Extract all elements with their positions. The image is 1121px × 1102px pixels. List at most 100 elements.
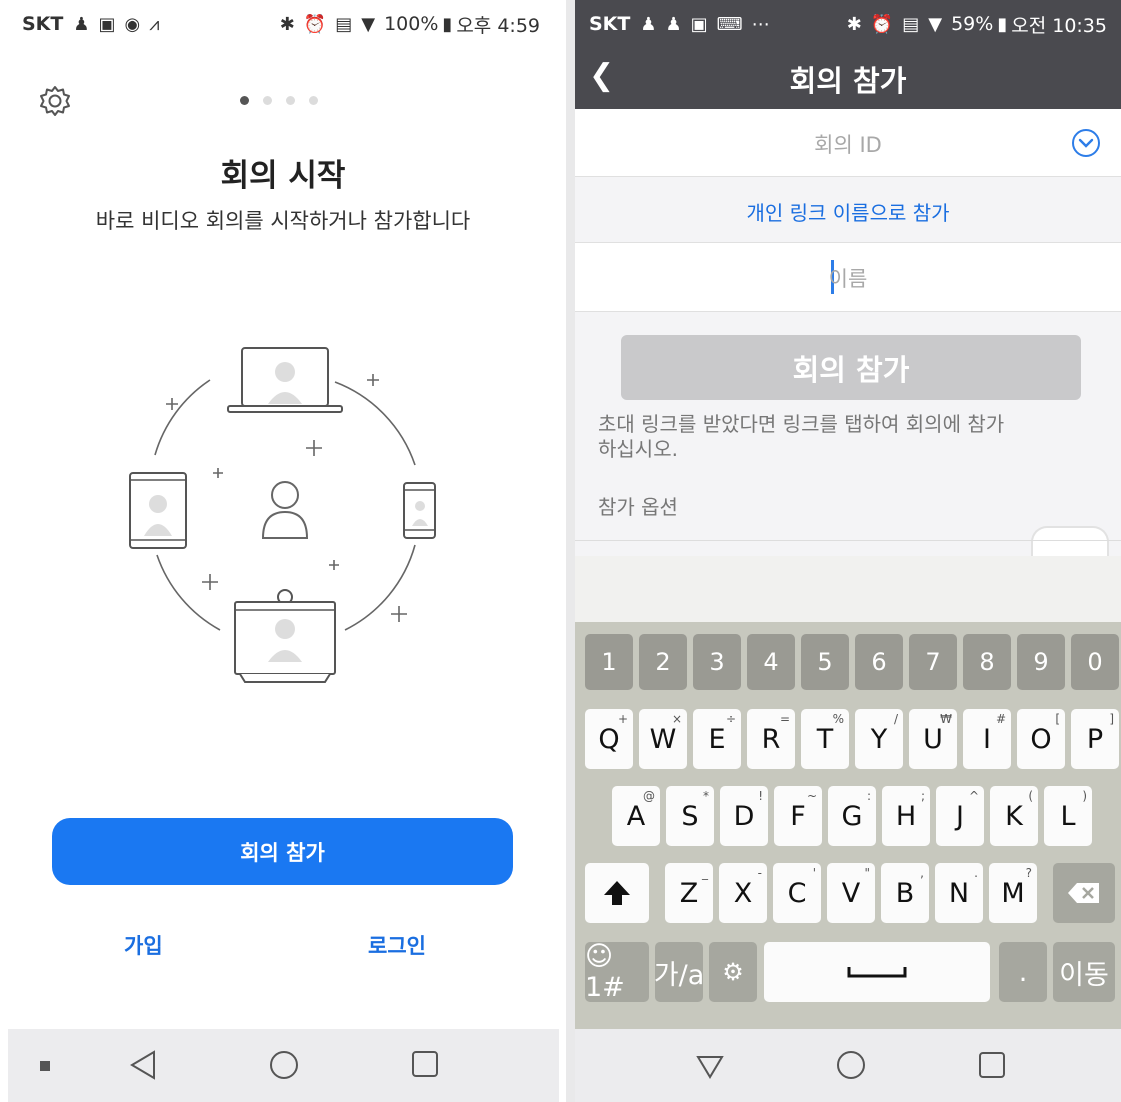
shift-key[interactable] [585,863,649,923]
join-meeting-button[interactable]: 회의 참가 [621,335,1081,400]
recents-square-icon[interactable] [977,1050,1007,1080]
key-j[interactable]: J ^ [936,786,984,846]
meeting-id-placeholder: 회의 ID [814,133,882,157]
key-5-label: 5 [817,648,833,676]
settings-gear-icon[interactable] [38,84,72,118]
sim-icon: ▣ [98,13,116,35]
carousel-dot[interactable] [240,96,249,105]
language-toggle-key[interactable]: 가/a [654,942,704,1002]
key-m[interactable]: M? [989,863,1037,923]
join-options-label: 참가 옵션 [598,495,678,519]
name-field[interactable]: 이름 [575,243,1121,312]
carousel-dot[interactable] [309,96,318,105]
key-t[interactable]: T% [801,709,849,769]
keyboard-suggestion-bar [575,556,1121,622]
symbols-key[interactable]: ☺1# [585,941,649,1003]
sim-icon: ▣ [690,13,708,35]
key-q[interactable]: Q + [585,709,633,769]
back-triangle-down-icon[interactable] [695,1051,725,1081]
key-u-label: U [923,723,943,755]
key-c[interactable]: C ' [773,863,821,923]
key-d-label: D [733,800,755,832]
key-u[interactable]: U ₩ [909,709,957,769]
symbols-key-label: ☺1# [585,941,625,1003]
key-h-alt-symbol: ; [920,789,925,803]
key-l[interactable]: L) [1044,786,1092,846]
key-f[interactable]: F ~ [774,786,822,846]
key-z[interactable]: Z _ [665,863,713,923]
battery-level: 59% [951,13,994,35]
home-circle-icon[interactable] [268,1049,300,1081]
key-c-alt-symbol: ' [812,866,816,880]
person-icon: ♟ [665,13,682,35]
key-n[interactable]: N. [935,863,983,923]
key-i[interactable]: I # [963,709,1011,769]
key-8[interactable]: 8 [963,634,1011,690]
key-y[interactable]: Y / [855,709,903,769]
recents-square-icon[interactable] [410,1049,440,1079]
key-w[interactable]: W × [639,709,687,769]
go-key[interactable]: 이동 [1053,942,1115,1002]
divider [575,540,1121,541]
key-v[interactable]: V " [827,863,875,923]
option-toggle[interactable] [1031,526,1109,556]
key-h-label: H [895,800,917,832]
keyboard-settings-key[interactable]: ⚙ [709,942,757,1002]
bluetooth-icon: ✱ [846,13,862,35]
personal-link-text[interactable]: 개인 링크 이름으로 참가 [575,197,1121,226]
chevron-down-icon[interactable] [1071,128,1101,158]
carousel-dot[interactable] [263,96,272,105]
key-f-alt-symbol: ~ [806,789,817,803]
key-x[interactable]: X- [719,863,767,923]
key-k[interactable]: K( [990,786,1038,846]
carrier-label: SKT [22,13,64,35]
invite-hint-text: 초대 링크를 받았다면 링크를 탭하여 회의에 참가하십시오. [598,412,1005,461]
key-1[interactable]: 1 [585,634,633,690]
hd-voice-icon: ▤ [902,13,920,35]
key-w-label: W [649,723,677,755]
key-8-label: 8 [979,648,995,676]
period-key[interactable]: . [999,942,1047,1002]
battery-icon: ▮ [442,13,453,35]
key-g[interactable]: G: [828,786,876,846]
login-link[interactable]: 로그인 [368,930,426,960]
key-6[interactable]: 6 [855,634,903,690]
personal-link-row[interactable]: 개인 링크 이름으로 참가 [575,177,1121,243]
space-key[interactable] [764,942,990,1002]
key-5[interactable]: 5 [801,634,849,690]
meeting-id-field[interactable]: 회의 ID [575,109,1121,177]
key-3-label: 3 [709,648,725,676]
key-r[interactable]: R = [747,709,795,769]
key-2[interactable]: 2 [639,634,687,690]
key-d[interactable]: D! [720,786,768,846]
alarm-icon: ⏰ [303,13,327,35]
key-7[interactable]: 7 [909,634,957,690]
key-k-label: K [1005,800,1023,832]
key-9[interactable]: 9 [1017,634,1065,690]
home-circle-icon[interactable] [835,1049,867,1081]
signup-link[interactable]: 가입 [124,930,163,960]
carousel-dot[interactable] [286,96,295,105]
key-0[interactable]: 0 [1071,634,1119,690]
key-b[interactable]: B, [881,863,929,923]
name-placeholder: 이름 [828,267,868,291]
key-e[interactable]: E ÷ [693,709,741,769]
square-small-icon[interactable] [40,1061,50,1071]
key-a-alt-symbol: @ [643,789,655,803]
key-o[interactable]: O[ [1017,709,1065,769]
key-s[interactable]: S * [666,786,714,846]
key-3[interactable]: 3 [693,634,741,690]
key-h[interactable]: H; [882,786,930,846]
key-e-label: E [708,723,726,755]
back-triangle-icon[interactable] [128,1049,158,1081]
system-nav-bar [575,1029,1121,1102]
hd-voice-icon: ▤ [335,13,353,35]
backspace-icon [1068,883,1099,903]
key-d-alt-symbol: ! [758,789,763,803]
key-a[interactable]: A @ [612,786,660,846]
key-4[interactable]: 4 [747,634,795,690]
key-p[interactable]: P] [1071,709,1119,769]
join-meeting-button[interactable]: 회의 참가 [52,818,513,885]
backspace-key[interactable] [1053,863,1115,923]
key-l-label: L [1060,800,1076,832]
